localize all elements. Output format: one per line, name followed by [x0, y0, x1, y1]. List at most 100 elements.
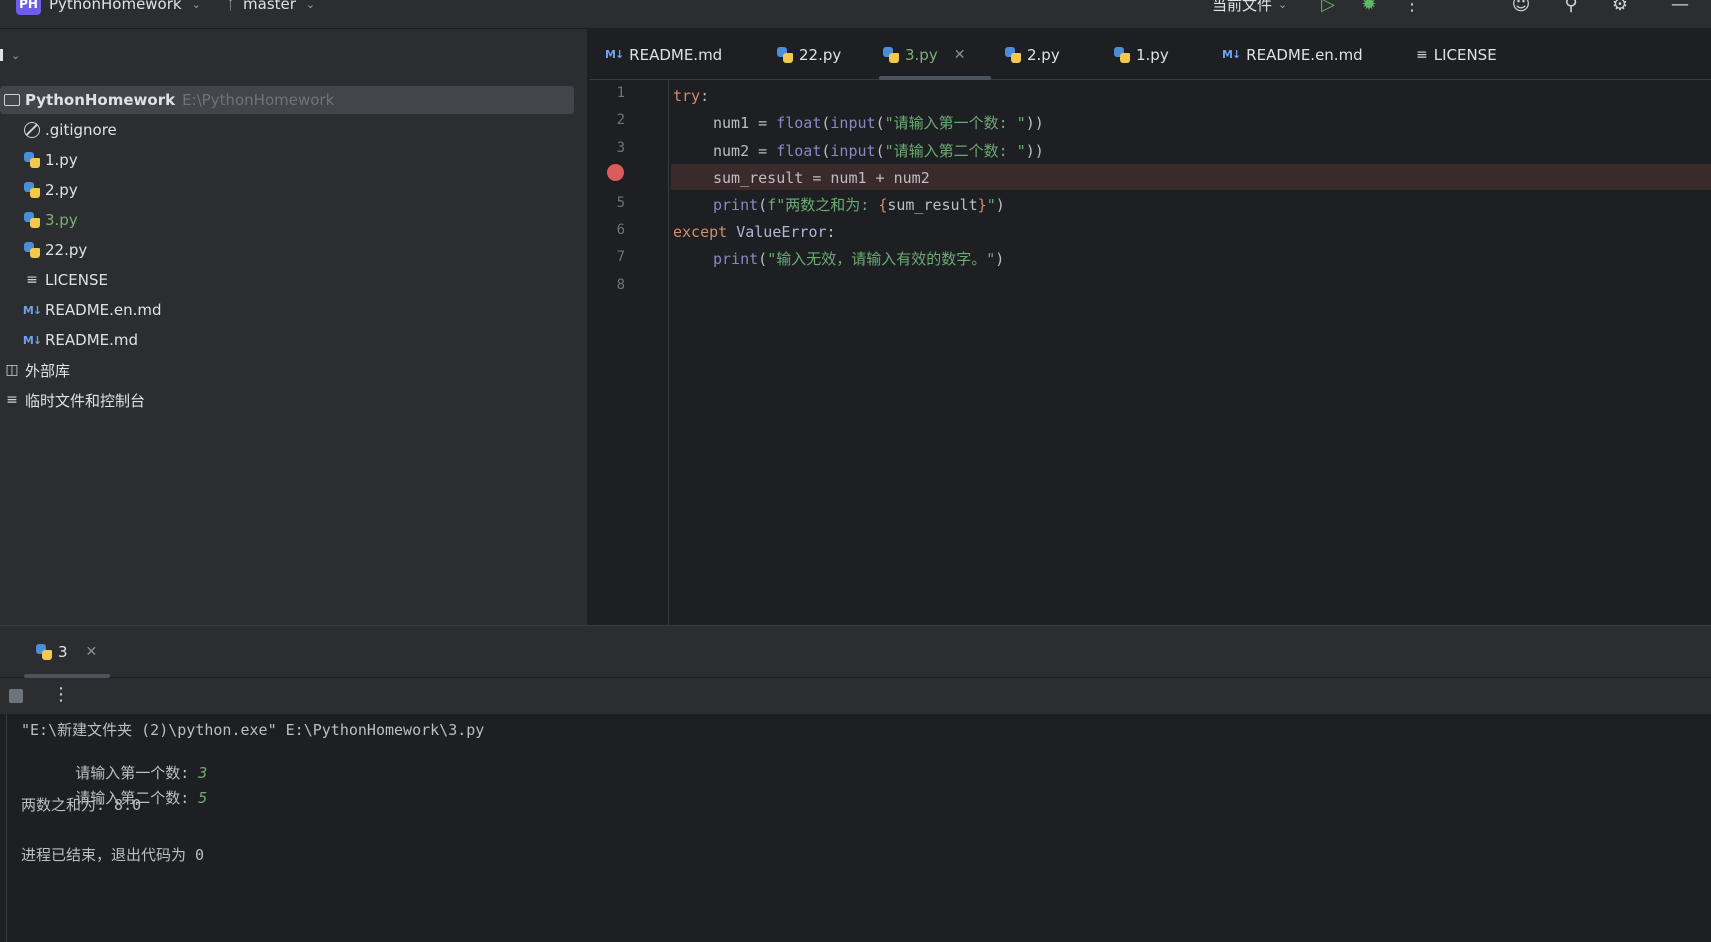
- tree-item-label: 临时文件和控制台: [25, 391, 146, 410]
- breakpoint-icon[interactable]: [607, 164, 624, 181]
- code-token: f"两数之和为:: [767, 196, 879, 214]
- code-token: float: [776, 141, 822, 160]
- tab-label: README.md: [629, 45, 723, 64]
- more-icon[interactable]: ⋮: [1400, 0, 1424, 16]
- tab-2py[interactable]: 2.py: [1005, 29, 1060, 80]
- tab-label: 1.py: [1136, 45, 1169, 64]
- tree-item-22py[interactable]: 22.py: [0, 236, 87, 264]
- more-icon[interactable]: ⋮: [52, 684, 70, 705]
- run-tabs: 3 ✕: [0, 626, 1711, 678]
- active-tab-indicator: [879, 76, 991, 80]
- code-token: sum_result: [887, 195, 978, 214]
- code-token: float: [776, 113, 822, 132]
- branch-selector[interactable]: ᛉ master ⌄: [226, 0, 315, 16]
- console-result: 两数之和为: 8.0: [21, 796, 142, 814]
- root-path: E:\PythonHomework: [182, 91, 335, 109]
- folder-icon: [2, 90, 22, 110]
- tab-1py[interactable]: 1.py: [1114, 29, 1169, 80]
- editor-tabs: M↓ README.md 22.py 3.py ✕ 2.py 1.py M↓ R…: [589, 29, 1711, 80]
- tab-label: README.en.md: [1246, 45, 1363, 64]
- tree-item-2py[interactable]: 2.py: [0, 176, 78, 204]
- code-line-5[interactable]: print(f"两数之和为: {sum_result} "): [713, 191, 1005, 218]
- python-file-icon: [883, 46, 899, 63]
- search-icon[interactable]: ⚲: [1558, 0, 1584, 16]
- python-file-icon: [1005, 46, 1021, 63]
- code-line-1[interactable]: try:: [673, 82, 709, 109]
- tab-22py[interactable]: 22.py: [777, 29, 841, 80]
- console-output[interactable]: "E:\新建文件夹 (2)\python.exe" E:\PythonHomew…: [6, 714, 1711, 942]
- code-token: input: [830, 113, 876, 132]
- tab-readme-en-md[interactable]: M↓ README.en.md: [1222, 29, 1363, 80]
- line-number: 1: [616, 85, 625, 101]
- tab-3py[interactable]: 3.py ✕: [879, 29, 991, 80]
- tree-item-label: LICENSE: [45, 271, 108, 289]
- line-number: 6: [616, 222, 625, 238]
- chevron-down-icon: ⌄: [305, 0, 316, 11]
- tree-item-label: 1.py: [45, 151, 78, 169]
- code-line-4[interactable]: sum_result = num1 + num2: [713, 164, 930, 191]
- code-token: try: [673, 86, 701, 105]
- tab-readme-md[interactable]: M↓ README.md: [605, 29, 722, 80]
- tab-label: 2.py: [1027, 45, 1060, 64]
- title-bar: PH PythonHomework ⌄ ᛉ master ⌄ 当前文件 ⌄ ▷ …: [0, 0, 1711, 29]
- close-icon[interactable]: ✕: [86, 644, 98, 660]
- code-line-3[interactable]: num2 = float(input("请输入第二个数: ")): [713, 137, 1044, 164]
- run-config-selector[interactable]: 当前文件 ⌄: [1212, 0, 1287, 16]
- tree-item-scratches[interactable]: ≡ 临时文件和控制台: [0, 386, 145, 414]
- code-token: print: [713, 249, 759, 268]
- close-icon[interactable]: ✕: [954, 47, 966, 63]
- console-exit: 进程已结束，退出代码为 0: [21, 846, 205, 864]
- gear-icon[interactable]: ⚙: [1607, 0, 1633, 16]
- code-line-6[interactable]: except ValueError:: [673, 218, 836, 245]
- code-token: {: [878, 195, 888, 214]
- panel-title-fragment: [0, 49, 3, 61]
- tab-label: LICENSE: [1433, 45, 1497, 64]
- minimize-icon[interactable]: —: [1668, 0, 1692, 16]
- tree-item-label: README.en.md: [45, 301, 162, 319]
- markdown-file-icon: M↓: [1222, 48, 1241, 61]
- markdown-file-icon: M↓: [22, 303, 42, 317]
- line-number: 5: [616, 195, 625, 211]
- tree-root[interactable]: PythonHomework E:\PythonHomework: [0, 86, 574, 114]
- run-tab-3[interactable]: 3 ✕: [36, 626, 97, 678]
- code-line-2[interactable]: num1 = float(input("请输入第一个数: ")): [713, 109, 1044, 136]
- root-name: PythonHomework: [25, 91, 176, 109]
- code-token: "请输入第二个数: ": [884, 142, 1026, 160]
- python-file-icon: [22, 180, 42, 200]
- text-file-icon: ≡: [1416, 46, 1428, 63]
- debug-icon[interactable]: ✹: [1357, 0, 1381, 16]
- code-token: sum_result = num1 + num2: [713, 168, 930, 187]
- code-line-7[interactable]: print("输入无效，请输入有效的数字。"): [713, 245, 1004, 272]
- python-file-icon: [777, 46, 793, 63]
- code-token: (: [821, 141, 831, 160]
- chevron-down-icon: ⌄: [191, 0, 201, 11]
- tree-item-gitignore[interactable]: .gitignore: [0, 116, 117, 144]
- stop-icon[interactable]: [9, 689, 23, 703]
- project-name: PythonHomework: [49, 0, 182, 13]
- code-token: :: [700, 86, 710, 105]
- line-gutter[interactable]: 1 2 3 5 6 7 8: [589, 80, 669, 625]
- code-token: num1 =: [713, 113, 777, 132]
- panel-header[interactable]: ⌄: [0, 45, 20, 65]
- python-file-icon: [36, 644, 52, 660]
- code-token: (: [758, 195, 768, 214]
- tree-item-license[interactable]: ≡ LICENSE: [0, 266, 108, 294]
- tree-item-3py[interactable]: 3.py: [0, 206, 78, 234]
- tree-item-external-libs[interactable]: ◫ 外部库: [0, 356, 70, 384]
- tree-item-readme[interactable]: M↓ README.md: [0, 326, 138, 354]
- tree-item-readme-en[interactable]: M↓ README.en.md: [0, 296, 162, 324]
- tree-item-label: 外部库: [25, 361, 71, 380]
- run-config-label: 当前文件: [1212, 0, 1273, 14]
- run-toolbar: ⋮: [0, 678, 1711, 714]
- code-token: )): [1025, 113, 1044, 132]
- tab-license[interactable]: ≡ LICENSE: [1416, 29, 1497, 80]
- project-selector[interactable]: PH PythonHomework ⌄: [16, 0, 201, 16]
- markdown-file-icon: M↓: [605, 48, 624, 61]
- add-user-icon[interactable]: ☺: [1508, 0, 1534, 16]
- console-command: "E:\新建文件夹 (2)\python.exe" E:\PythonHomew…: [21, 721, 485, 739]
- tree-item-1py[interactable]: 1.py: [0, 146, 78, 174]
- code-token: (: [758, 249, 768, 268]
- text-file-icon: ≡: [26, 272, 38, 288]
- run-icon[interactable]: ▷: [1316, 0, 1340, 16]
- console-input: 5: [198, 789, 208, 807]
